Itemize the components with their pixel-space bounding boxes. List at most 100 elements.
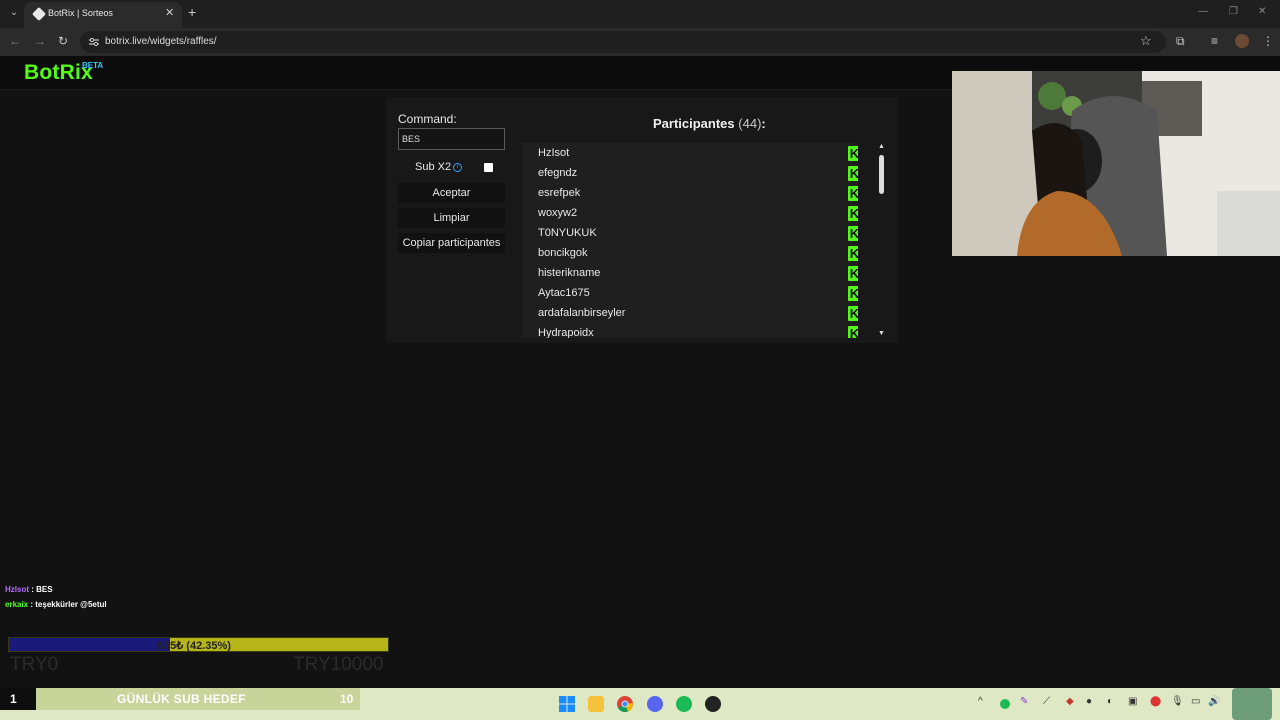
page-content: BotRix BETA Command: Sub X2 i Aceptar Li… <box>0 56 1280 688</box>
scroll-up-icon[interactable]: ▲ <box>878 143 885 150</box>
scroll-thumb[interactable] <box>879 155 884 194</box>
chat-message: HzIsot : BES <box>5 585 53 594</box>
clear-button[interactable]: Limpiar <box>398 208 505 228</box>
url-text: botrix.live/widgets/raffles/ <box>105 36 217 47</box>
participant-row: woxyw2 K <box>522 204 858 224</box>
participant-row: Aytac1675 K <box>522 284 858 304</box>
kick-badge-icon: K <box>848 206 858 221</box>
tray-volume-icon[interactable]: 🔊 <box>1208 696 1220 707</box>
tray-pen-icon[interactable]: ✎ <box>1020 696 1028 707</box>
browser-toolbar: ← → ↻ botrix.live/widgets/raffles/ ☆ ⧉ ≡… <box>0 28 1280 56</box>
tray-network-app-icon[interactable]: ◐ <box>1107 696 1113 707</box>
obs-icon[interactable] <box>705 696 721 712</box>
participants-scrollbar[interactable]: ▲ ▼ <box>876 143 886 338</box>
copy-participants-button[interactable]: Copiar participantes <box>398 233 505 253</box>
sub-goal-bar: 1 GÜNLÜK SUB HEDEF 10 <box>0 688 360 710</box>
browser-tab-strip: ⌄ BotRix | Sorteos ✕ + — ❐ ✕ <box>0 0 1280 28</box>
new-tab-button[interactable]: + <box>188 4 196 20</box>
donation-goal-min: TRY0 <box>10 654 59 675</box>
chrome-icon[interactable] <box>617 696 633 712</box>
command-label: Command: <box>398 112 457 126</box>
participant-name: ardafalanbirseyler <box>538 307 626 319</box>
minimize-icon[interactable]: — <box>1198 6 1208 17</box>
participants-list[interactable]: HzIsot Kefegndz Kesrefpek Kwoxyw2 K T0NYUKUK K… <box>522 143 858 338</box>
participant-name: woxyw2 <box>538 207 578 219</box>
participant-name: efegndz <box>538 167 578 179</box>
spotify-icon[interactable] <box>676 696 692 712</box>
tray-camera-preview-icon[interactable] <box>1232 688 1272 720</box>
kick-badge-icon: K <box>848 166 858 181</box>
chat-message: erkaix : teşekkürler @5etul <box>5 600 107 609</box>
tab-search-button[interactable]: ⌄ <box>6 5 22 21</box>
scroll-down-icon[interactable]: ▼ <box>878 330 885 337</box>
participants-count: (44) <box>738 116 762 131</box>
address-bar[interactable]: botrix.live/widgets/raffles/ ☆ <box>80 31 1166 53</box>
kick-badge-icon: K <box>848 246 858 261</box>
command-input[interactable] <box>398 128 505 150</box>
close-window-icon[interactable]: ✕ <box>1258 6 1266 17</box>
file-explorer-icon[interactable] <box>588 696 604 712</box>
kick-badge-icon: K <box>848 266 858 281</box>
chat-username: erkaix <box>5 600 29 609</box>
participant-row: histerikname K <box>522 264 858 284</box>
participant-row: ardafalanbirseyler K <box>522 304 858 324</box>
chat-text: BES <box>36 585 53 594</box>
participants-title: Participantes <box>653 116 735 131</box>
menu-kebab-icon[interactable]: ⋮ <box>1262 34 1274 48</box>
kick-badge-icon: K <box>848 326 858 338</box>
tray-spotify-icon[interactable] <box>1000 699 1010 709</box>
browser-tab[interactable]: BotRix | Sorteos ✕ <box>24 2 182 28</box>
participant-row: T0NYUKUK K <box>522 224 858 244</box>
sub-x2-label: Sub X2 <box>415 161 452 173</box>
chat-username: HzIsot <box>5 585 29 594</box>
tray-app-icon[interactable]: ◆ <box>1066 696 1074 707</box>
tray-tool-icon[interactable]: ⟋ <box>1043 696 1050 707</box>
chat-text: teşekkürler @5etul <box>35 600 107 609</box>
tray-github-icon[interactable]: ● <box>1086 696 1092 707</box>
sub-x2-checkbox[interactable] <box>484 163 493 172</box>
accept-button[interactable]: Aceptar <box>398 183 505 203</box>
participant-name: HzIsot <box>538 147 570 159</box>
beta-badge: BETA <box>82 61 104 70</box>
discord-icon[interactable] <box>647 696 663 712</box>
back-icon[interactable]: ← <box>9 34 21 48</box>
participant-name: boncikgok <box>538 247 588 259</box>
webcam-overlay <box>952 71 1280 256</box>
raffle-card: Command: Sub X2 i Aceptar Limpiar Copiar… <box>386 97 898 343</box>
profile-avatar[interactable] <box>1235 34 1249 48</box>
tab-close-icon[interactable]: ✕ <box>165 6 174 19</box>
tray-overflow-icon[interactable]: ^ <box>978 696 983 707</box>
kick-badge-icon: K <box>848 286 858 301</box>
windows-start-icon[interactable] <box>559 696 575 712</box>
sub-goal-target: 10 <box>340 692 354 706</box>
kick-badge-icon: K <box>848 306 858 321</box>
kick-badge-icon: K <box>848 186 858 201</box>
tray-nvidia-icon[interactable]: ▣ <box>1128 696 1137 707</box>
info-icon[interactable]: i <box>453 163 462 172</box>
restore-icon[interactable]: ❐ <box>1229 6 1238 17</box>
participant-row: Hydrapoidx K <box>522 324 858 338</box>
bookmark-star-icon[interactable]: ☆ <box>1140 33 1152 49</box>
sub-goal-current: 1 <box>0 688 36 710</box>
tray-record-icon[interactable]: ⬤ <box>1150 696 1161 707</box>
participants-heading: Participantes (44): <box>653 116 766 131</box>
donation-goal-text: ₺35₺ (42.35%) <box>157 640 231 652</box>
tray-mic-icon[interactable]: 🎙 <box>1171 696 1184 707</box>
extensions-icon[interactable]: ⧉ <box>1176 34 1185 49</box>
participant-name: Hydrapoidx <box>538 327 594 338</box>
participant-name: esrefpek <box>538 187 581 199</box>
tab-title: BotRix | Sorteos <box>48 8 113 18</box>
participant-name: Aytac1675 <box>538 287 590 299</box>
reading-list-icon[interactable]: ≡ <box>1211 34 1218 48</box>
participant-row: esrefpek K <box>522 184 858 204</box>
reload-icon[interactable]: ↻ <box>58 34 68 48</box>
participant-name: histerikname <box>538 267 601 279</box>
participant-row: HzIsot K <box>522 144 858 164</box>
donation-goal-max: TRY10000 <box>293 654 384 675</box>
tray-monitor-icon[interactable]: ▭ <box>1191 696 1200 707</box>
forward-icon[interactable]: → <box>34 34 46 48</box>
kick-badge-icon: K <box>848 226 858 241</box>
participants-colon: : <box>761 116 766 131</box>
site-info-icon[interactable] <box>88 36 100 48</box>
participant-row: boncikgok K <box>522 244 858 264</box>
